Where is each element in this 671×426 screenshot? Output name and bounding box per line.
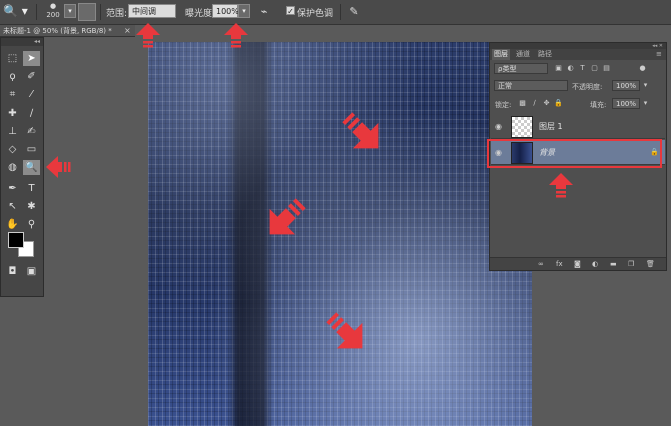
blur-tool-icon[interactable]: ◍ — [4, 160, 21, 175]
filter-adjustment-icon[interactable]: ◐ — [566, 64, 575, 73]
document-tab[interactable]: 未标题-1 @ 50% (背景, RGB/8) * — [0, 25, 135, 37]
opacity-dropdown-icon[interactable]: ▾ — [641, 81, 650, 90]
annotation-arrow-up-range — [136, 23, 160, 48]
document-canvas[interactable] — [148, 42, 532, 426]
shape-tool-icon[interactable]: ✱ — [23, 199, 40, 214]
exposure-dropdown[interactable]: ▾ — [238, 4, 250, 18]
filter-pixel-icon[interactable]: ▣ — [554, 64, 563, 73]
tab-channels[interactable]: 通道 — [514, 49, 532, 60]
layer-thumbnail — [511, 116, 533, 138]
zoom-tool-icon[interactable]: ⚲ — [23, 217, 40, 232]
annotation-arrow-down-left — [269, 198, 306, 235]
blend-mode-select[interactable]: 正常 — [494, 80, 568, 91]
screen-mode-icon[interactable]: ▣ — [23, 264, 40, 279]
layer-filter-select[interactable]: ρ类型 — [494, 63, 548, 74]
range-select[interactable]: 中间调 — [128, 4, 176, 18]
annotation-arrow-down-right-1 — [342, 112, 379, 149]
options-bar: 🔍 ▾ ● 200 ▾ 范围: 中间调 曝光度: 100% ▾ ⌁ ✓ 保护色调… — [0, 0, 671, 25]
fx-icon[interactable]: fx — [556, 259, 563, 269]
fill-label: 填充: — [590, 101, 607, 109]
sponge-tool-icon[interactable]: 🔍 — [23, 160, 40, 175]
lock-position-icon[interactable]: ✥ — [542, 99, 551, 108]
marquee-tool-icon[interactable]: ⬚ — [4, 51, 21, 66]
layers-panel-tabs: 图层 通道 路径 ≡ — [490, 49, 666, 60]
annotation-arrow-up-layer — [549, 173, 573, 198]
layer-row[interactable]: ◉ 图层 1 — [491, 114, 665, 139]
foreground-color-swatch[interactable] — [8, 232, 24, 248]
annotation-arrow-left-sponge — [46, 156, 71, 178]
exposure-label: 曝光度: — [185, 9, 216, 19]
tools-panel: ◂◂ ⬚ ➤ ϙ ✐ ⌗ ⁄ ✚ ∕ ⊥ ✍ ◇ ▭ ◍ 🔍 ✒ T ↖ ✱ ✋… — [0, 37, 44, 297]
layer-name: 图层 1 — [539, 122, 563, 131]
brush-size-picker[interactable]: ● 200 — [42, 2, 64, 22]
lock-image-icon[interactable]: ∕ — [530, 99, 539, 108]
tab-paths[interactable]: 路径 — [536, 49, 554, 60]
quick-mask-icon[interactable]: ◘ — [4, 264, 21, 279]
opacity-input[interactable]: 100% — [612, 80, 640, 91]
gradient-tool-icon[interactable]: ▭ — [23, 142, 40, 157]
filter-smart-object-icon[interactable]: ▤ — [602, 64, 611, 73]
crop-tool-icon[interactable]: ⌗ — [4, 87, 21, 102]
path-select-tool-icon[interactable]: ↖ — [4, 199, 21, 214]
new-layer-icon[interactable]: ❐ — [628, 259, 634, 269]
brush-dot-icon: ● — [49, 2, 57, 10]
exposure-input[interactable]: 100% — [212, 4, 239, 18]
tools-panel-header[interactable]: ◂◂ — [1, 38, 43, 46]
fill-input[interactable]: 100% — [612, 98, 640, 109]
lasso-tool-icon[interactable]: ϙ — [4, 69, 21, 84]
annotation-arrow-up-exposure — [224, 23, 248, 48]
separator — [340, 4, 341, 20]
fill-dropdown-icon[interactable]: ▾ — [641, 99, 650, 108]
protect-tones-label: 保护色调 — [297, 9, 334, 19]
type-tool-icon[interactable]: T — [23, 181, 40, 196]
trash-icon[interactable]: 🗑 — [646, 259, 655, 269]
close-document-icon[interactable]: × — [124, 25, 131, 37]
document-title: 未标题-1 @ 50% (背景, RGB/8) * — [3, 27, 112, 35]
filter-shape-icon[interactable]: ▢ — [590, 64, 599, 73]
group-icon[interactable]: ▬ — [610, 259, 617, 269]
eraser-tool-icon[interactable]: ◇ — [4, 142, 21, 157]
pen-tool-icon[interactable]: ✒ — [4, 181, 21, 196]
visibility-eye-icon[interactable]: ◉ — [495, 122, 502, 131]
lock-label: 锁定: — [495, 101, 512, 109]
annotation-highlight-box — [487, 139, 662, 168]
range-label: 范围: — [106, 9, 128, 19]
brush-size-value: 200 — [46, 11, 60, 19]
separator — [36, 4, 37, 20]
eyedropper-tool-icon[interactable]: ⁄ — [23, 87, 40, 102]
pressure-size-icon[interactable]: ✎ — [346, 4, 362, 20]
hand-tool-icon[interactable]: ✋ — [4, 217, 21, 232]
filter-type-icon[interactable]: T — [578, 64, 587, 73]
healing-brush-tool-icon[interactable]: ✚ — [4, 106, 21, 121]
mask-icon[interactable]: ◙ — [574, 259, 581, 269]
adjustment-icon[interactable]: ◐ — [592, 259, 598, 269]
opacity-label: 不透明度: — [572, 83, 603, 91]
sponge-tool-preset[interactable]: 🔍 ▾ — [3, 3, 33, 20]
quick-select-tool-icon[interactable]: ✐ — [23, 69, 40, 84]
airbrush-icon[interactable]: ⌁ — [256, 4, 272, 20]
clone-stamp-tool-icon[interactable]: ⊥ — [4, 124, 21, 139]
filter-toggle-icon[interactable]: ● — [638, 64, 647, 73]
brush-tool-icon[interactable]: ∕ — [23, 106, 40, 121]
lock-all-icon[interactable]: 🔒 — [554, 99, 563, 108]
lock-transparent-icon[interactable]: ▩ — [518, 99, 527, 108]
separator — [100, 4, 101, 20]
tab-layers[interactable]: 图层 — [492, 49, 510, 60]
brush-size-dropdown[interactable]: ▾ — [64, 4, 76, 18]
layers-panel-footer: ∞ fx ◙ ◐ ▬ ❐ 🗑 — [490, 257, 666, 270]
move-tool-icon[interactable]: ➤ — [23, 51, 40, 66]
history-brush-tool-icon[interactable]: ✍ — [23, 124, 40, 139]
link-icon[interactable]: ∞ — [538, 259, 544, 269]
annotation-arrow-down-right-2 — [326, 312, 363, 349]
protect-tones-checkbox[interactable]: ✓ — [286, 6, 295, 16]
panel-menu-icon[interactable]: ≡ — [654, 49, 664, 60]
brush-panel-toggle-icon[interactable] — [78, 3, 96, 21]
